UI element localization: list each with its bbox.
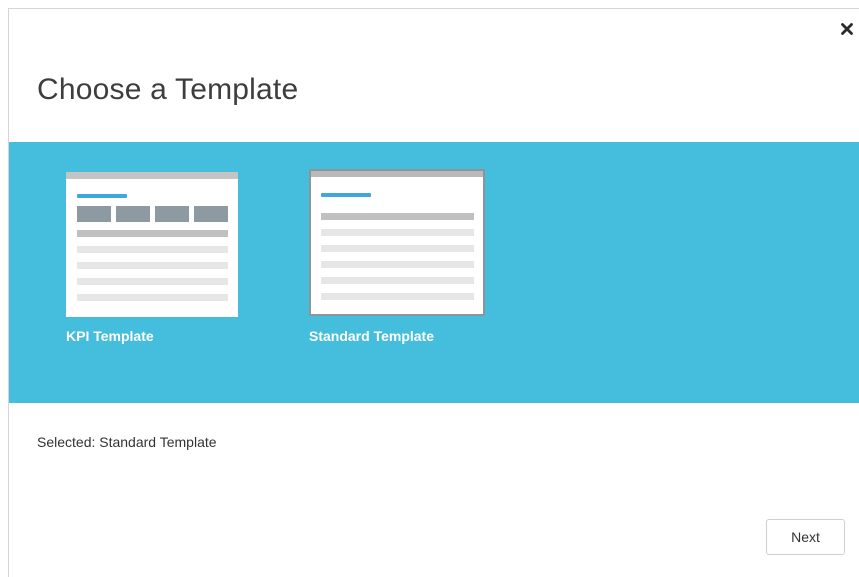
thumbnail-table-row xyxy=(321,229,474,236)
selection-status: Selected: Standard Template xyxy=(37,434,217,450)
thumbnail-table-row xyxy=(321,293,474,300)
thumbnail-kpi-box xyxy=(116,206,150,222)
thumbnail-table-row xyxy=(77,262,228,269)
thumbnail-table-row xyxy=(77,294,228,301)
thumbnail-header-bar xyxy=(66,172,238,179)
thumbnail-kpi-box xyxy=(155,206,189,222)
thumbnail-table-row xyxy=(321,277,474,284)
next-button[interactable]: Next xyxy=(766,519,845,555)
thumbnail-title-accent xyxy=(321,193,371,197)
thumbnail-table-row xyxy=(77,278,228,285)
thumbnail-table-row xyxy=(321,245,474,252)
thumbnail-table-row xyxy=(77,246,228,253)
thumbnail-kpi-box xyxy=(77,206,111,222)
thumbnail-table-row xyxy=(321,261,474,268)
template-label-kpi: KPI Template xyxy=(66,328,154,344)
dialog-title: Choose a Template xyxy=(37,73,299,106)
thumbnail-title-accent xyxy=(77,194,127,198)
thumbnail-table-header xyxy=(77,230,228,237)
template-card-kpi[interactable]: KPI Template xyxy=(66,172,238,344)
template-card-standard[interactable]: Standard Template xyxy=(309,169,485,344)
template-label-standard: Standard Template xyxy=(309,328,434,344)
thumbnail-kpi-box xyxy=(194,206,228,222)
thumbnail-table-header xyxy=(321,213,474,220)
kpi-template-thumbnail xyxy=(66,172,238,317)
template-dialog: Choose a Template KPI Template Standard … xyxy=(8,8,859,577)
thumbnail-header-bar xyxy=(311,171,483,177)
close-icon[interactable] xyxy=(839,21,855,37)
standard-template-thumbnail xyxy=(309,169,485,316)
template-gallery: KPI Template Standard Template xyxy=(9,142,859,403)
